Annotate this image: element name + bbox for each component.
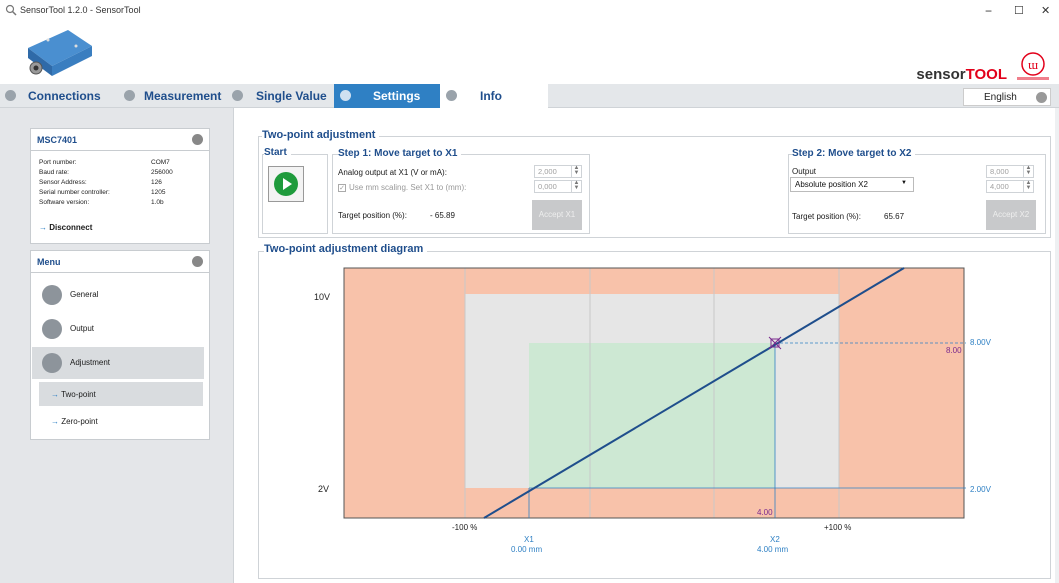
spinner-arrows-icon[interactable]: ▲ ▼ — [1023, 165, 1033, 177]
field-software-value: 1.0b — [151, 199, 164, 206]
y-label-10v: 10V — [314, 292, 330, 302]
field-serial-value: 1205 — [151, 189, 166, 196]
field-address-label: Sensor Address: — [39, 179, 87, 186]
field-port-value: COM7 — [151, 159, 170, 166]
tab-single-value[interactable]: Single Value — [228, 84, 334, 108]
target-position2-value: 65.67 — [884, 212, 905, 221]
x1-value: 0.00 mm — [511, 545, 542, 554]
sidebar: MSC7401 Port number: COM7 Baud rate: 256… — [0, 108, 234, 583]
spinner-arrows-icon[interactable]: ▲ ▼ — [571, 165, 581, 177]
field-port-label: Port number: — [39, 159, 77, 166]
two-point-adjustment-title: Two-point adjustment — [262, 129, 380, 141]
target-position-label: Target position (%): — [338, 211, 407, 220]
main-content: Two-point adjustment Start Step 1: Move … — [234, 108, 1059, 583]
right-label-2v: 2.00V — [970, 485, 992, 494]
output-value1-input[interactable]: 8,000 ▲ ▼ — [986, 165, 1034, 178]
info-icon — [446, 90, 457, 101]
main-navigation: Connections Measurement Single Value Set… — [0, 84, 1059, 108]
header: sensorTOOL ɯ — [0, 24, 1059, 84]
gear-icon — [42, 353, 62, 373]
analog-output-label: Analog output at X1 (V or mA): — [338, 168, 447, 177]
device-info-panel: MSC7401 Port number: COM7 Baud rate: 256… — [30, 128, 210, 244]
mm-scaling-checkbox[interactable]: ✓ Use mm scaling. Set X1 to (mm): — [338, 183, 466, 192]
mark-y-value: 8.00 — [946, 346, 962, 355]
arrow-right-icon: → — [39, 223, 47, 232]
maximize-button[interactable]: ☐ — [1014, 4, 1024, 17]
menu-item-general[interactable]: General — [32, 279, 204, 311]
x2-value: 4.00 mm — [757, 545, 788, 554]
title-bar: SensorTool 1.2.0 - SensorTool − ☐ ✕ — [0, 0, 1059, 24]
collapse-icon[interactable] — [192, 256, 203, 267]
x1-label: X1 — [524, 535, 534, 544]
accept-x2-button[interactable]: Accept X2 — [986, 200, 1036, 230]
menu-title: Menu — [31, 251, 209, 273]
target-position2-label: Target position (%): — [792, 212, 861, 221]
step2-title: Step 2: Move target to X2 — [792, 148, 916, 159]
right-label-8v: 8.00V — [970, 338, 992, 347]
micro-epsilon-logo: ɯ — [1017, 52, 1049, 80]
x2-label: X2 — [770, 535, 780, 544]
field-baud-value: 256000 — [151, 169, 173, 176]
dropdown-arrow-icon: ▼ — [901, 180, 907, 186]
adjusted-range-area — [529, 343, 775, 488]
x-label-plus100: +100 % — [824, 523, 851, 532]
connections-icon — [5, 90, 16, 101]
language-select[interactable]: English — [963, 88, 1051, 106]
output-select[interactable]: Absolute position X2 ▼ — [790, 177, 914, 192]
menu-item-adjustment[interactable]: Adjustment — [32, 347, 204, 379]
measurement-icon — [124, 90, 135, 101]
window-title: SensorTool 1.2.0 - SensorTool — [20, 5, 141, 15]
two-point-adjustment-diagram: 10V 2V -100 % +100 % 8.00V 2.00V 8.00 4.… — [314, 267, 992, 554]
output-value2-input[interactable]: 4,000 ▲ ▼ — [986, 180, 1034, 193]
start-button[interactable] — [268, 166, 304, 202]
tab-info[interactable]: Info — [440, 84, 548, 108]
arrow-right-icon: → — [51, 417, 59, 426]
waveform-icon — [42, 319, 62, 339]
output-label: Output — [792, 167, 817, 176]
target-point-marker — [768, 336, 782, 350]
accept-x1-button[interactable]: Accept X1 — [532, 200, 582, 230]
tab-measurement[interactable]: Measurement — [118, 84, 228, 108]
tab-connections[interactable]: Connections — [0, 84, 118, 108]
scaling-x1-input[interactable]: 0,000 ▲ ▼ — [534, 180, 582, 193]
spinner-arrows-icon[interactable]: ▲ ▼ — [1023, 180, 1033, 192]
y-label-2v: 2V — [318, 484, 329, 494]
mark-x-value: 4.00 — [757, 508, 773, 517]
step1-title: Step 1: Move target to X1 — [338, 148, 462, 159]
vertical-scrollbar[interactable] — [1055, 108, 1059, 583]
analog-output-input[interactable]: 2,000 ▲ ▼ — [534, 165, 582, 178]
field-address-value: 126 — [151, 179, 162, 186]
svg-text:ɯ: ɯ — [1028, 57, 1038, 72]
checkbox-checked-icon: ✓ — [338, 183, 346, 192]
brand-logo-text: sensorTOOL — [916, 66, 1007, 83]
device-name: MSC7401 — [31, 129, 209, 151]
submenu-item-two-point[interactable]: → Two-point — [39, 382, 203, 406]
settings-icon — [340, 90, 351, 101]
arrow-right-icon: → — [51, 390, 59, 399]
menu-item-output[interactable]: Output — [32, 313, 204, 345]
chevron-down-icon — [1036, 92, 1047, 103]
field-baud-label: Baud rate: — [39, 169, 69, 176]
start-title: Start — [264, 147, 291, 158]
close-button[interactable]: ✕ — [1041, 4, 1050, 17]
tab-settings[interactable]: Settings — [334, 84, 440, 108]
diagram-title: Two-point adjustment diagram — [264, 243, 428, 255]
app-icon — [5, 4, 17, 16]
field-serial-label: Serial number controller: — [39, 189, 110, 196]
disconnect-link[interactable]: → Disconnect — [39, 223, 92, 232]
sensor-device-image — [28, 30, 92, 76]
minimize-button[interactable]: − — [985, 4, 992, 18]
x-label-minus100: -100 % — [452, 523, 477, 532]
spinner-arrows-icon[interactable]: ▲ ▼ — [571, 180, 581, 192]
collapse-icon[interactable] — [192, 134, 203, 145]
menu-panel: Menu General Output Adjustment → Two-poi… — [30, 250, 210, 440]
target-position-value: - 65.89 — [430, 211, 455, 220]
submenu-item-zero-point[interactable]: → Zero-point — [39, 409, 203, 433]
field-software-label: Software version: — [39, 199, 90, 206]
single-value-icon — [232, 90, 243, 101]
home-icon — [42, 285, 62, 305]
